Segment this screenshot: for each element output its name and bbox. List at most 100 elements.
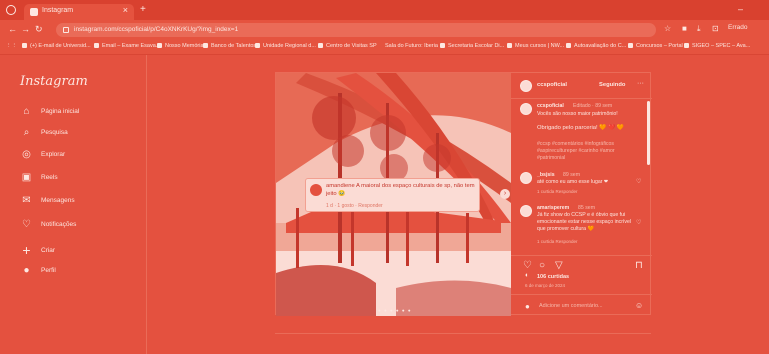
sidebar-item-create[interactable]: + Criar <box>20 242 55 258</box>
sidebar-item-profile[interactable]: ● Perfil <box>20 265 56 276</box>
search-icon: ⌕ <box>23 127 30 138</box>
avatar[interactable] <box>520 80 532 92</box>
tab-close-icon[interactable]: × <box>123 5 128 15</box>
url-text: instagram.com/ccspoficial/p/C4oXNKrKUg/?… <box>74 26 239 33</box>
bookmark-item[interactable]: Concursos – Portal <box>628 43 683 49</box>
feed-divider <box>275 333 651 334</box>
post-side-panel: ccspoficial Seguindo ··· ccspoficial Edi… <box>511 73 652 316</box>
download-icon[interactable]: ⤓ <box>697 24 701 34</box>
comment-like-icon[interactable]: ♡ <box>636 178 641 185</box>
sidebar-item-label: Página inicial <box>41 108 80 115</box>
site-info-icon[interactable] <box>63 27 69 33</box>
compass-icon: ◎ <box>22 149 31 160</box>
browser-profile-button[interactable]: Errado <box>728 24 748 31</box>
overlay-comment-text: amandiene A maioral dos espaço culturais… <box>326 183 475 197</box>
sidebar-item-notifications[interactable]: ♡ Notificações <box>20 219 76 230</box>
sidebar-item-label: Explorar <box>41 151 66 158</box>
overlay-comment-meta: 1 d · 1 gosto · Responder <box>326 203 383 209</box>
messenger-icon: ✉ <box>22 195 31 206</box>
post-author-username[interactable]: ccspoficial <box>537 82 567 88</box>
next-image-button[interactable]: › <box>500 189 510 199</box>
instagram-favicon-icon <box>30 8 38 16</box>
profile-icon: ● <box>23 265 30 276</box>
likes-count[interactable]: 106 curtidas <box>537 274 569 280</box>
avatar[interactable] <box>520 172 532 184</box>
save-bookmark-icon[interactable]: ⊓ <box>635 260 643 271</box>
caption-hashtags[interactable]: #ccsp #comentários #infográficos #aspire… <box>537 141 632 162</box>
bookmark-star-icon[interactable]: ☆ <box>664 24 671 33</box>
sidebar-item-explore[interactable]: ◎ Explorar <box>20 149 65 160</box>
tab-title: Instagram <box>42 7 74 14</box>
caption-tag: Editado · 89 sem <box>573 103 613 109</box>
comment-input[interactable]: Adicione um comentário... <box>539 303 603 309</box>
avatar[interactable] <box>520 205 532 217</box>
bookmark-item[interactable]: Banco de Talentos <box>203 43 256 49</box>
bookmark-item[interactable]: Sala do Futuro: Iberia <box>385 43 438 49</box>
address-bar[interactable]: instagram.com/ccspoficial/p/C4oXNKrKUg/?… <box>56 23 656 37</box>
sidebar-item-label: Reels <box>41 174 58 181</box>
minimize-window-button[interactable]: – <box>738 4 743 14</box>
back-arrow-icon[interactable]: ← <box>8 24 17 34</box>
sidebar-item-messages[interactable]: ✉ Mensagens <box>20 195 75 206</box>
reload-icon[interactable]: ↻ <box>35 24 43 35</box>
bookmark-item[interactable]: Meus cursos | NW... <box>507 43 564 49</box>
home-icon: ⌂ <box>23 106 30 117</box>
caption-line: Obrigado pelo parceria! 🧡 ❤️ 🧡 <box>537 125 625 131</box>
photo-comment-overlay[interactable]: amandiene A maioral dos espaço culturais… <box>305 178 480 212</box>
comment-time: 85 sem <box>578 205 596 211</box>
comment-like-icon[interactable]: ♡ <box>636 219 641 226</box>
bookmark-item[interactable]: Centro de Visitas SP <box>318 43 377 49</box>
sidebar-item-search[interactable]: ⌕ Pesquisa <box>20 127 68 138</box>
avatar[interactable] <box>520 103 532 115</box>
post-card: amandiene A maioral dos espaço culturais… <box>275 72 652 316</box>
sidebar-item-label: Mensagens <box>41 197 75 204</box>
browser-tab[interactable]: Instagram × <box>24 4 134 20</box>
avatar: ● <box>525 302 530 311</box>
post-actions: ♡ ○ ▽ ⊓ ◐ 106 curtidas 6 de março de 202… <box>511 255 652 316</box>
post-date: 6 de março de 2024 <box>525 283 566 288</box>
sidebar-item-label: Perfil <box>41 267 56 274</box>
emoji-icon[interactable]: ☺ <box>635 301 643 310</box>
liked-by-avatars-icon: ◐ <box>525 272 530 279</box>
post-photo[interactable]: amandiene A maioral dos espaço culturais… <box>276 73 511 316</box>
heart-icon: ♡ <box>22 219 31 230</box>
caption-line: Vocês são nosso maior patrimônio! <box>537 111 618 117</box>
reels-icon: ▣ <box>21 172 32 183</box>
bookmark-item[interactable]: Unidade Regional d... <box>255 43 316 49</box>
comment-text: até como eu amo esse lugar ❤ <box>537 179 609 185</box>
extensions-icon[interactable]: ■ <box>682 24 687 33</box>
sidebar-item-reels[interactable]: ▣ Reels <box>20 172 58 183</box>
share-send-icon[interactable]: ▽ <box>555 260 563 271</box>
new-tab-button[interactable]: + <box>140 4 146 15</box>
comment-meta[interactable]: 1 curtida Responder <box>537 189 578 194</box>
instagram-sidebar: Instagram ⌂ Página inicial ⌕ Pesquisa ◎ … <box>0 55 147 354</box>
bookmark-item[interactable]: SIGEO – SPEC – Ava... <box>684 43 750 49</box>
sidebar-item-home[interactable]: ⌂ Página inicial <box>20 106 79 117</box>
bookmark-item[interactable]: Secretaria Escolar Di... <box>440 43 504 49</box>
comments-scrollbar[interactable] <box>647 101 650 165</box>
tab-search-button[interactable] <box>6 5 16 15</box>
sidepanel-icon[interactable]: ⊡ <box>712 24 719 33</box>
browser-toolbar: ← → ↻ instagram.com/ccspoficial/p/C4oXNK… <box>0 20 769 40</box>
like-heart-icon[interactable]: ♡ <box>523 260 532 271</box>
following-button[interactable]: Seguindo <box>599 82 625 88</box>
comment-text: Já fiz show do CCSP e é óbvio que fui em… <box>537 212 632 233</box>
plus-icon: + <box>22 242 31 258</box>
bookmark-item[interactable]: Autoavaliação do C... <box>566 43 626 49</box>
bookmark-item[interactable]: (+) E-mail de Universid... <box>22 43 91 49</box>
comment-meta[interactable]: 1 curtida Responder <box>537 239 578 244</box>
carousel-dots: ● ● ● ● ● ● <box>378 308 412 313</box>
sidebar-item-label: Pesquisa <box>41 129 68 136</box>
comment-time: 89 sem <box>563 172 581 178</box>
comment-bubble-icon[interactable]: ○ <box>539 260 545 271</box>
avatar <box>310 184 322 196</box>
bookmark-item[interactable]: Email – Exame Esava... <box>94 43 160 49</box>
forward-arrow-icon[interactable]: → <box>21 24 30 34</box>
apps-grid-icon[interactable]: ⋮⋮ <box>6 43 17 49</box>
browser-tab-bar: Instagram × + – <box>0 0 769 20</box>
bookmark-item[interactable]: Nosso Memória <box>157 43 204 49</box>
sidebar-item-label: Criar <box>41 246 56 254</box>
more-options-icon[interactable]: ··· <box>637 80 644 87</box>
sidebar-item-label: Notificações <box>41 221 77 228</box>
instagram-logo[interactable]: Instagram <box>20 74 88 89</box>
